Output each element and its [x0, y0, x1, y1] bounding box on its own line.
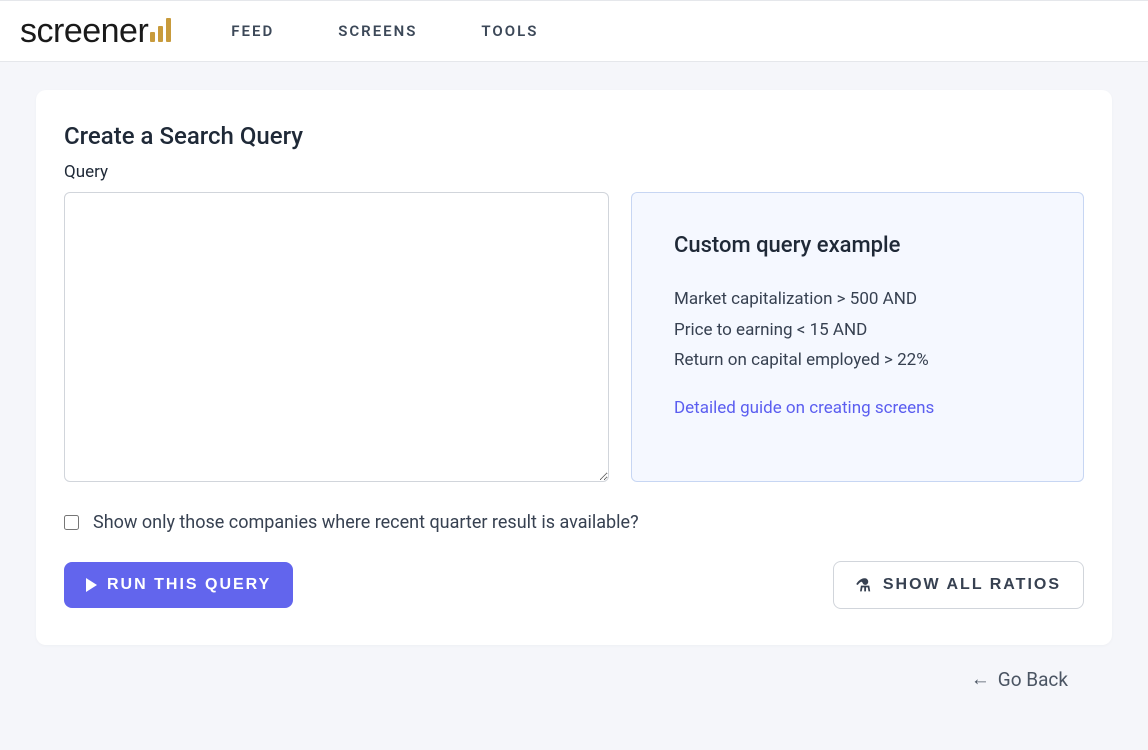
go-back-link[interactable]: ← Go Back — [971, 667, 1068, 691]
example-title: Custom query example — [674, 233, 1041, 258]
example-body: Market capitalization > 500 AND Price to… — [674, 284, 1041, 376]
query-row: Custom query example Market capitalizati… — [64, 192, 1084, 482]
nav-screens[interactable]: SCREENS — [338, 22, 417, 40]
logo[interactable]: screener — [20, 12, 171, 51]
checkbox-label: Show only those companies where recent q… — [93, 512, 639, 533]
go-back-label: Go Back — [998, 668, 1068, 691]
page-content: Create a Search Query Query Custom query… — [0, 62, 1148, 719]
button-row: RUN THIS QUERY ⚗ SHOW ALL RATIOS — [64, 561, 1084, 609]
play-icon — [86, 578, 97, 592]
query-card: Create a Search Query Query Custom query… — [36, 90, 1112, 645]
query-textarea[interactable] — [64, 192, 609, 482]
run-query-label: RUN THIS QUERY — [107, 576, 271, 594]
arrow-left-icon: ← — [971, 667, 990, 691]
checkbox-row: Show only those companies where recent q… — [64, 512, 1084, 533]
logo-text: screener — [20, 12, 148, 51]
example-panel: Custom query example Market capitalizati… — [631, 192, 1084, 482]
top-navigation-bar: screener FEED SCREENS TOOLS — [0, 0, 1148, 62]
flask-icon: ⚗ — [856, 577, 873, 594]
nav-tools[interactable]: TOOLS — [481, 22, 538, 40]
page-title: Create a Search Query — [64, 122, 1084, 150]
run-query-button[interactable]: RUN THIS QUERY — [64, 562, 293, 608]
logo-bars-icon — [150, 18, 171, 42]
detailed-guide-link[interactable]: Detailed guide on creating screens — [674, 398, 934, 418]
latest-quarter-checkbox[interactable] — [64, 515, 79, 530]
main-nav: FEED SCREENS TOOLS — [231, 22, 538, 40]
nav-feed[interactable]: FEED — [231, 22, 274, 40]
query-field-label: Query — [64, 162, 1084, 182]
go-back-row: ← Go Back — [36, 645, 1112, 691]
show-ratios-label: SHOW ALL RATIOS — [883, 576, 1061, 594]
show-all-ratios-button[interactable]: ⚗ SHOW ALL RATIOS — [833, 561, 1084, 609]
